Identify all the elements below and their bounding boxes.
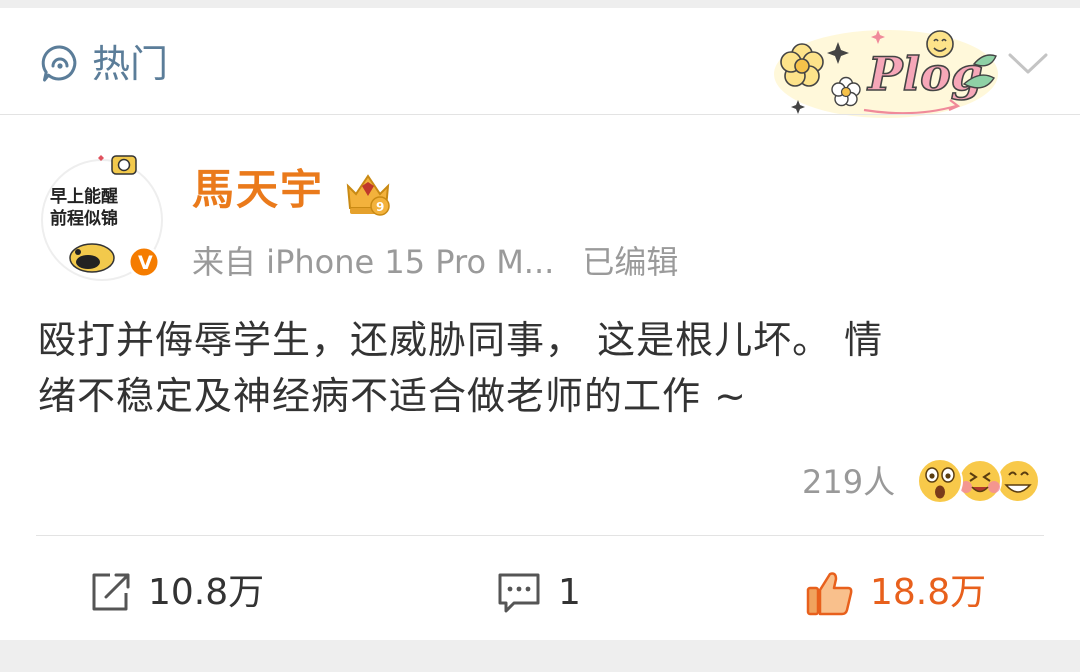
comment-button[interactable]: 1 (496, 568, 581, 618)
svg-text:9: 9 (376, 200, 384, 214)
post-text: 殴打并侮辱学生，还威胁同事， 这是根儿坏。 情 绪不稳定及神经病不适合做老师的工… (38, 312, 1038, 424)
bottom-strip (0, 640, 1080, 672)
like-count: 18.8万 (870, 572, 987, 613)
surprised-emoji-icon (917, 458, 963, 504)
laughing-tears-emoji-icon (958, 459, 1002, 503)
post-meta: 来自 iPhone 15 Pro M... 已编辑 (192, 240, 678, 284)
svg-text:早上能醒: 早上能醒 (50, 186, 118, 207)
grin-emoji-icon (996, 459, 1040, 503)
top-strip (0, 0, 1080, 8)
author-name[interactable]: 馬天宇 (192, 164, 324, 216)
actions-divider (36, 535, 1044, 536)
like-button[interactable]: 18.8万 (806, 568, 986, 618)
post-text-line: 殴打并侮辱学生，还威胁同事， 这是根儿坏。 情 (38, 318, 884, 362)
thumbs-up-icon (806, 572, 853, 616)
share-count: 10.8万 (148, 572, 265, 613)
card-header: 热门 Plog (0, 8, 1080, 118)
svg-text:Plog: Plog (866, 47, 983, 101)
share-button[interactable]: 10.8万 (88, 568, 264, 618)
edited-label[interactable]: 已编辑 (582, 243, 678, 281)
comment-count: 1 (558, 572, 581, 613)
chevron-down-icon[interactable] (1006, 48, 1050, 78)
share-icon (92, 573, 130, 611)
reaction-count[interactable]: 219人 (802, 460, 895, 504)
header-divider (0, 114, 1080, 115)
avatar[interactable]: 早上能醒 前程似锦 V (38, 144, 166, 286)
post-source: 来自 iPhone 15 Pro M... (192, 243, 555, 281)
svg-text:前程似锦: 前程似锦 (50, 208, 118, 229)
comment-icon (498, 573, 540, 613)
post-card: 热门 Plog 早上能醒 前程似锦 V 馬天宇 9 来自 iPhone 15 P… (0, 8, 1080, 640)
member-crown-badge-icon[interactable]: 9 (340, 168, 396, 222)
post-text-line: 绪不稳定及神经病不适合做老师的工作 ~ (38, 374, 747, 418)
section-hot-label[interactable]: 热门 (92, 40, 168, 88)
verified-badge-icon: V (138, 252, 153, 274)
hot-icon (41, 45, 77, 82)
plog-sticker-icon: Plog (774, 30, 998, 118)
reaction-emoji-stack[interactable] (914, 454, 1044, 508)
